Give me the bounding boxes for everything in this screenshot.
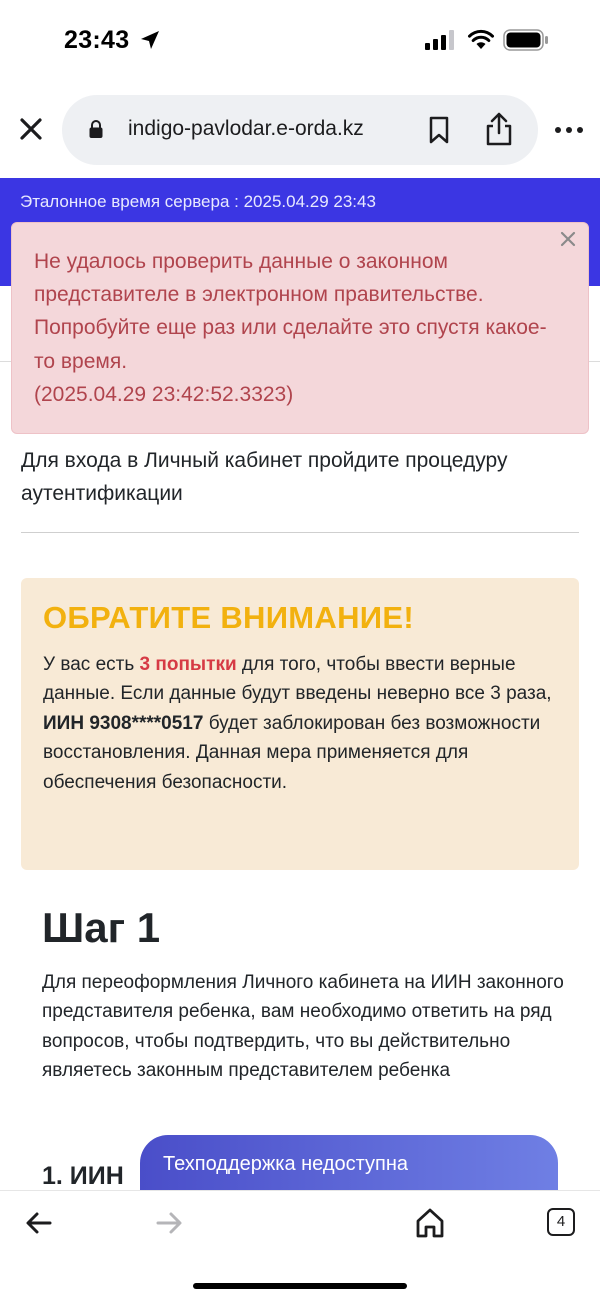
close-icon[interactable] bbox=[14, 112, 48, 146]
more-icon[interactable] bbox=[554, 120, 584, 140]
alert-timestamp: (2025.04.29 23:42:52.3323) bbox=[34, 382, 294, 406]
warning-card: ОБРАТИТЕ ВНИМАНИЕ! У вас есть 3 попытки … bbox=[21, 578, 579, 870]
alert-close-icon[interactable] bbox=[558, 229, 578, 249]
home-indicator bbox=[193, 1283, 407, 1289]
step-title: Шаг 1 bbox=[42, 904, 161, 951]
attempts-count: 3 попытки bbox=[139, 654, 237, 675]
warning-text-1: У вас есть bbox=[43, 654, 140, 675]
bookmark-icon[interactable] bbox=[426, 115, 452, 145]
url-text[interactable]: indigo-pavlodar.e-orda.kz bbox=[128, 117, 364, 141]
support-label: Техподдержка недоступна bbox=[163, 1153, 409, 1175]
home-icon[interactable] bbox=[414, 1207, 446, 1239]
status-bar: 23:43 bbox=[0, 0, 600, 80]
iin-question-heading: 1. ИИН bbox=[42, 1162, 124, 1190]
back-arrow-icon[interactable] bbox=[24, 1209, 54, 1237]
support-banner[interactable]: Техподдержка недоступна bbox=[140, 1135, 558, 1195]
alert-message: Не удалось проверить данные о законном п… bbox=[34, 250, 547, 373]
address-bar[interactable]: indigo-pavlodar.e-orda.kz bbox=[62, 95, 538, 165]
error-alert: Не удалось проверить данные о законном п… bbox=[11, 222, 589, 434]
alert-text: Не удалось проверить данные о законном п… bbox=[34, 245, 554, 411]
tabs-icon[interactable]: 4 bbox=[547, 1208, 575, 1236]
cellular-signal-icon bbox=[425, 30, 454, 50]
server-time: Эталонное время сервера : 2025.04.29 23:… bbox=[20, 192, 376, 211]
intro-divider bbox=[21, 532, 579, 533]
share-icon[interactable] bbox=[482, 111, 516, 147]
warning-body: У вас есть 3 попытки для того, чтобы вве… bbox=[43, 650, 563, 797]
wifi-icon bbox=[468, 29, 494, 49]
status-time: 23:43 bbox=[64, 26, 130, 54]
location-arrow-icon bbox=[141, 31, 159, 49]
lock-icon bbox=[89, 120, 103, 138]
masked-iin: ИИН 9308****0517 bbox=[43, 712, 204, 734]
step-description: Для переоформления Личного кабинета на И… bbox=[42, 972, 564, 1082]
forward-arrow-icon[interactable] bbox=[154, 1209, 184, 1237]
intro-text: Для входа в Личный кабинет пройдите проц… bbox=[21, 449, 508, 505]
battery-icon bbox=[503, 29, 548, 51]
warning-title: ОБРАТИТЕ ВНИМАНИЕ! bbox=[43, 600, 414, 635]
